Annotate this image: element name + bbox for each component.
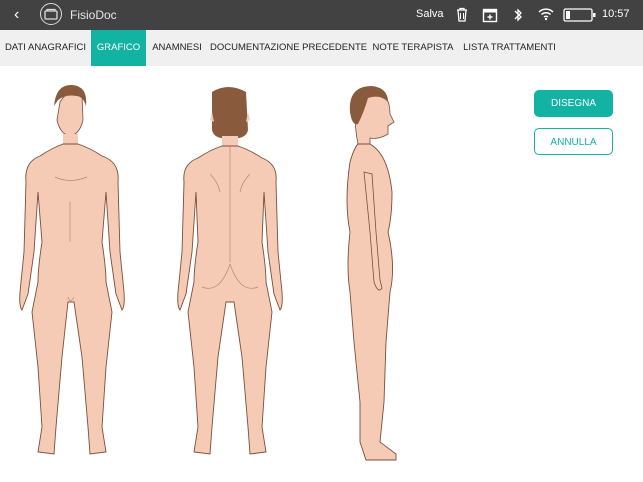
tab-lista-trattamenti[interactable]: LISTA TRATTAMENTI — [461, 30, 558, 66]
back-chevron-icon[interactable]: ‹ — [14, 5, 30, 25]
wifi-icon — [538, 7, 554, 23]
app-logo-icon — [40, 3, 62, 25]
status-bar: ‹ FisioDoc Salva 10:57 — [0, 0, 643, 30]
save-button[interactable]: Salva — [416, 8, 444, 20]
tab-note-terapista[interactable]: NOTE TERAPISTA — [370, 30, 456, 66]
tab-grafico[interactable]: GRAFICO — [91, 30, 146, 66]
app-title: FisioDoc — [70, 8, 117, 22]
tab-anamnesi[interactable]: ANAMNESI — [148, 30, 206, 66]
trash-icon[interactable] — [455, 7, 471, 23]
cancel-button[interactable]: ANNULLA — [534, 128, 613, 155]
clock: 10:57 — [602, 8, 630, 20]
battery-icon — [563, 7, 597, 23]
tab-documentazione-precedente[interactable]: DOCUMENTAZIONE PRECEDENTE — [210, 30, 367, 66]
draw-button[interactable]: DISEGNA — [534, 90, 613, 117]
body-side-figure[interactable] — [330, 82, 430, 467]
body-back-figure[interactable] — [170, 82, 290, 467]
bluetooth-icon — [512, 7, 528, 23]
calendar-add-icon[interactable] — [482, 7, 498, 23]
body-front-figure[interactable] — [10, 82, 130, 467]
tab-dati-anagrafici[interactable]: DATI ANAGRAFICI — [0, 30, 91, 66]
tab-bar: DATI ANAGRAFICI GRAFICO ANAMNESI DOCUMEN… — [0, 30, 643, 66]
